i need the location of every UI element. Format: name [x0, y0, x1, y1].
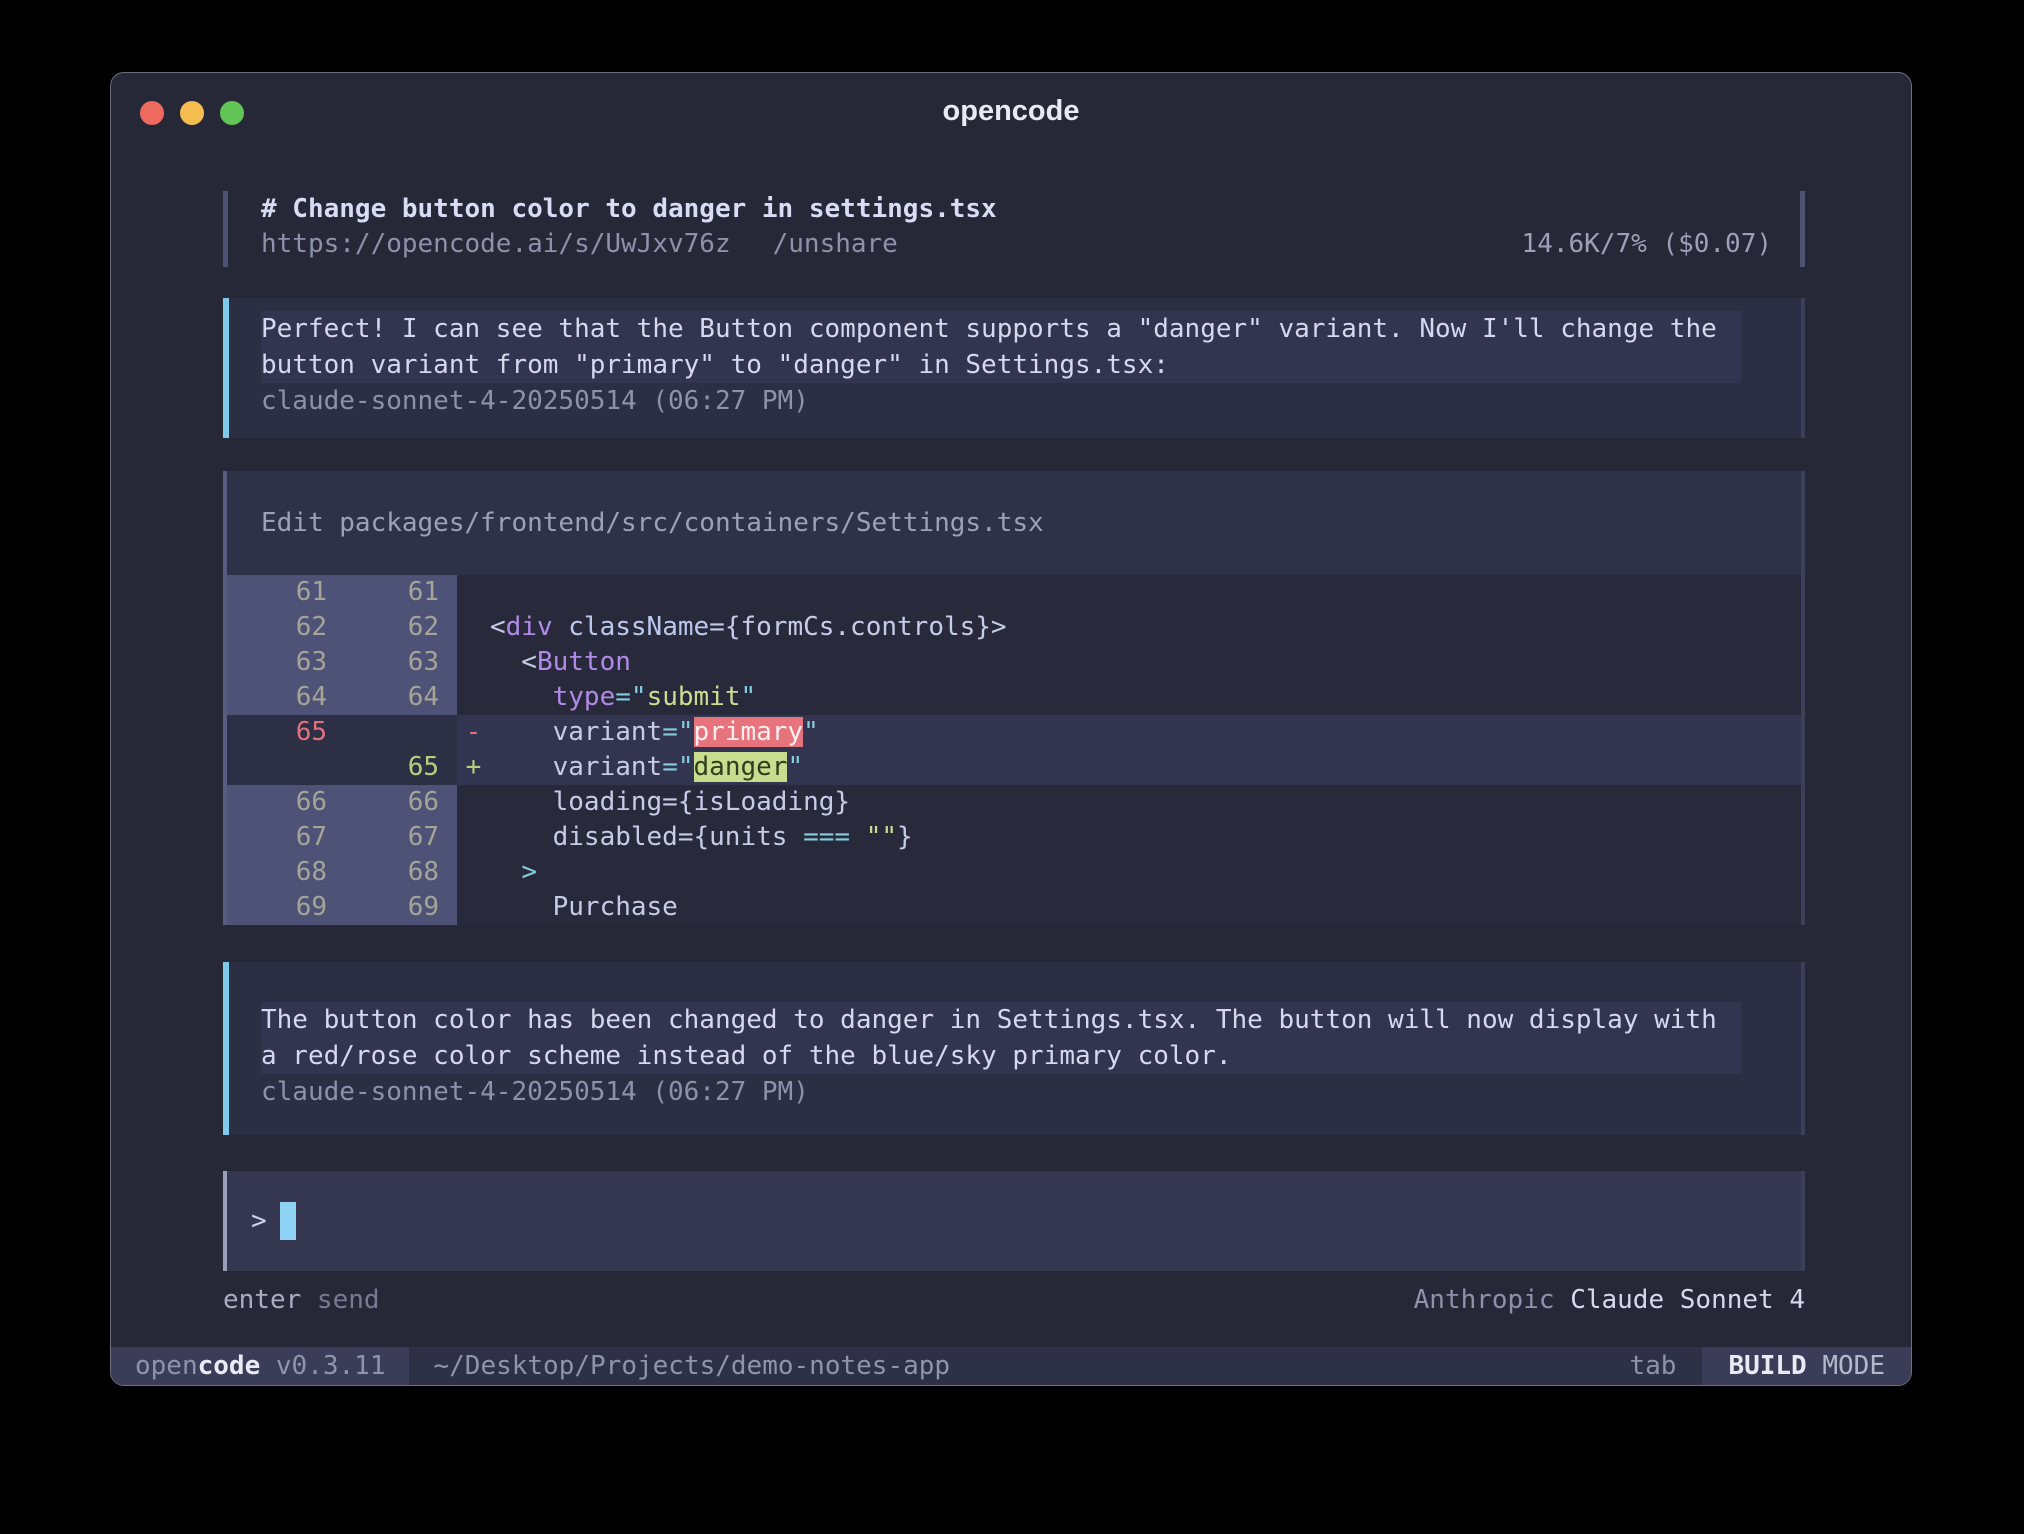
- opencode-window: opencode # Change button color to danger…: [110, 72, 1912, 1386]
- mode-chip[interactable]: BUILD MODE: [1702, 1347, 1911, 1385]
- diff-row: 6666 loading={isLoading}: [227, 785, 1801, 820]
- diff-marker: [457, 575, 490, 610]
- diff-table: 61616262 <div className={formCs.controls}…: [227, 575, 1801, 925]
- diff-marker: [457, 610, 490, 645]
- diff-row: 6161: [227, 575, 1801, 610]
- diff-marker: [457, 785, 490, 820]
- titlebar: opencode: [111, 73, 1911, 137]
- line-number-gutter: 6363: [227, 645, 457, 680]
- line-number-gutter: 6464: [227, 680, 457, 715]
- working-directory: ~/Desktop/Projects/demo-notes-app: [433, 1351, 950, 1381]
- code-line: Purchase: [490, 890, 1801, 925]
- diff-row: 65- variant="primary": [227, 715, 1801, 750]
- diff-marker: +: [457, 750, 490, 785]
- code-line: >: [490, 855, 1801, 890]
- tab-key-hint: tab: [1629, 1351, 1676, 1381]
- line-number-gutter: 6161: [227, 575, 457, 610]
- app-version-chip: opencode v0.3.11: [111, 1347, 409, 1385]
- enter-key-hint: enter: [223, 1285, 301, 1315]
- status-bar: opencode v0.3.11 ~/Desktop/Projects/demo…: [111, 1347, 1911, 1385]
- share-url: https://opencode.ai/s/UwJxv76z: [261, 227, 731, 262]
- assistant-message-meta: claude-sonnet-4-20250514 (06:27 PM): [261, 1074, 1761, 1110]
- mode-label: MODE: [1807, 1351, 1885, 1381]
- diff-row: 6262 <div className={formCs.controls}>: [227, 610, 1801, 645]
- send-hint: enter send: [223, 1283, 380, 1317]
- code-line: loading={isLoading}: [490, 785, 1801, 820]
- assistant-message-meta: claude-sonnet-4-20250514 (06:27 PM): [261, 383, 1761, 419]
- provider-name: Anthropic: [1414, 1285, 1571, 1315]
- code-line: <Button: [490, 645, 1801, 680]
- line-number-gutter: 6262: [227, 610, 457, 645]
- diff-row: 6464 type="submit": [227, 680, 1801, 715]
- terminal-content: # Change button color to danger in setti…: [223, 191, 1805, 1317]
- assistant-message: The button color has been changed to dan…: [223, 962, 1805, 1135]
- line-number-gutter: 6767: [227, 820, 457, 855]
- prompt-symbol: >: [251, 1206, 267, 1236]
- send-action-hint: send: [301, 1285, 379, 1315]
- diff-marker: [457, 680, 490, 715]
- session-subheader: https://opencode.ai/s/UwJxv76z /unshare …: [261, 227, 1772, 262]
- spacer: [898, 227, 1522, 262]
- line-number-gutter: 65: [227, 750, 457, 785]
- code-line: <div className={formCs.controls}>: [490, 610, 1801, 645]
- brand-open: open: [135, 1351, 198, 1381]
- assistant-message: Perfect! I can see that the Button compo…: [223, 298, 1805, 438]
- model-name: Claude Sonnet 4: [1570, 1285, 1805, 1315]
- diff-row: 6868 >: [227, 855, 1801, 890]
- line-number-gutter: 6868: [227, 855, 457, 890]
- assistant-message-text: Perfect! I can see that the Button compo…: [261, 311, 1741, 383]
- line-number-gutter: 6666: [227, 785, 457, 820]
- edit-tool-header: Edit packages/frontend/src/containers/Se…: [227, 471, 1801, 575]
- unshare-command[interactable]: /unshare: [773, 227, 898, 262]
- line-number-gutter: 65: [227, 715, 457, 750]
- diff-marker: [457, 645, 490, 680]
- assistant-message-text: The button color has been changed to dan…: [261, 1002, 1741, 1074]
- diff-marker: [457, 820, 490, 855]
- code-line: [490, 575, 1801, 610]
- diff-marker: [457, 890, 490, 925]
- session-header: # Change button color to danger in setti…: [223, 191, 1805, 267]
- code-line: disabled={units === ""}: [490, 820, 1801, 855]
- diff-row: 6767 disabled={units === ""}: [227, 820, 1801, 855]
- token-usage: 14.6K/7% ($0.07): [1522, 227, 1772, 262]
- diff-marker: -: [457, 715, 490, 750]
- text-cursor: [280, 1202, 296, 1240]
- hint-row: enter send Anthropic Claude Sonnet 4: [223, 1283, 1805, 1317]
- brand-code: code: [198, 1351, 261, 1381]
- code-line: variant="danger": [490, 750, 1801, 785]
- edit-tool-block: Edit packages/frontend/src/containers/Se…: [223, 471, 1805, 925]
- line-number-gutter: 6969: [227, 890, 457, 925]
- diff-row: 65+ variant="danger": [227, 750, 1801, 785]
- app-version: v0.3.11: [260, 1351, 385, 1381]
- window-title: opencode: [111, 95, 1911, 128]
- prompt-input[interactable]: >: [223, 1171, 1805, 1271]
- session-title: # Change button color to danger in setti…: [261, 191, 1772, 227]
- diff-marker: [457, 855, 490, 890]
- diff-row: 6363 <Button: [227, 645, 1801, 680]
- code-line: variant="primary": [490, 715, 1801, 750]
- mode-name: BUILD: [1728, 1351, 1806, 1381]
- code-line: type="submit": [490, 680, 1801, 715]
- diff-row: 6969 Purchase: [227, 890, 1801, 925]
- model-indicator: Anthropic Claude Sonnet 4: [1414, 1283, 1805, 1317]
